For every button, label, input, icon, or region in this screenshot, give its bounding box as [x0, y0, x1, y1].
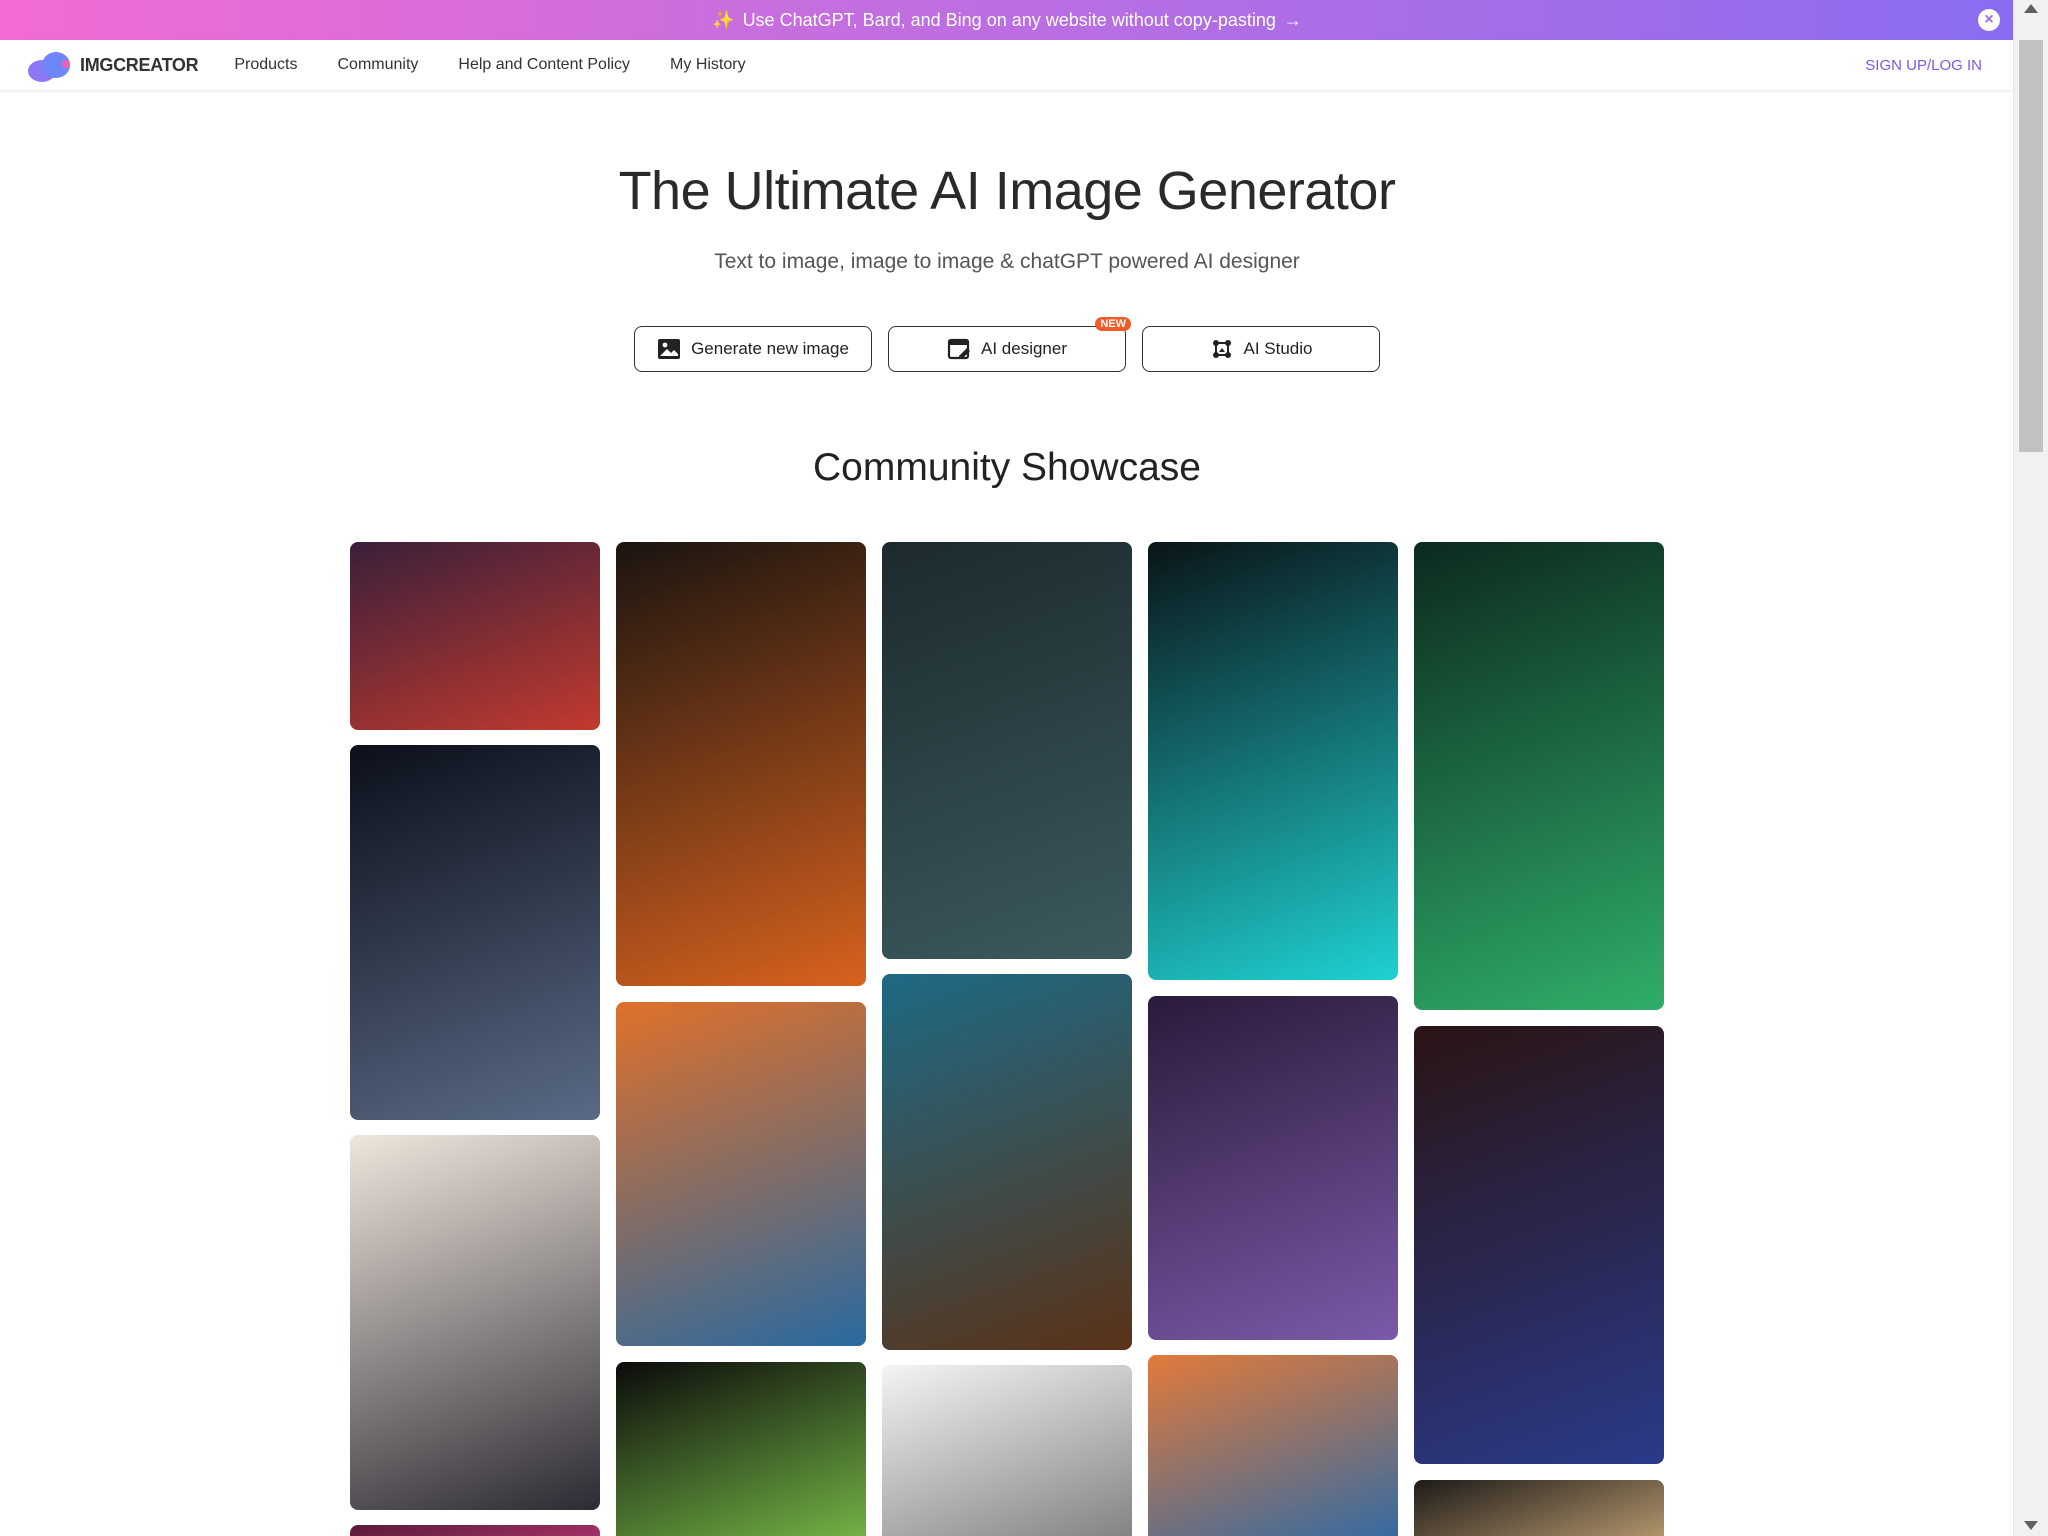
nav-my-history[interactable]: My History — [670, 56, 746, 74]
page-subtitle: Text to image, image to image & chatGPT … — [714, 250, 1300, 273]
scrollbar-thumb[interactable] — [2019, 40, 2043, 452]
showcase-image-card[interactable] — [350, 745, 600, 1120]
page-title: The Ultimate AI Image Generator — [618, 161, 1396, 221]
arrow-right-icon: → — [1283, 9, 1302, 30]
showcase-image-card[interactable] — [350, 1525, 600, 1536]
scroll-up-icon[interactable] — [2024, 4, 2038, 13]
logo[interactable]: IMGCREATOR — [26, 48, 199, 82]
scroll-down-icon[interactable] — [2024, 1521, 2038, 1530]
showcase-image-card[interactable] — [1414, 1026, 1664, 1464]
top-navbar: IMGCREATOR Products Community Help and C… — [0, 40, 2014, 91]
signup-login-link[interactable]: SIGN UP/LOG IN — [1865, 57, 1982, 74]
ai-studio-label: AI Studio — [1243, 339, 1313, 358]
designer-icon — [947, 338, 970, 360]
ai-designer-button[interactable]: AI designer NEW — [888, 317, 1131, 372]
nav-help-content-policy[interactable]: Help and Content Policy — [458, 56, 630, 74]
image-icon — [658, 339, 681, 359]
sparkle-icon: ✨ — [712, 9, 735, 30]
showcase-gallery — [350, 542, 1664, 1536]
showcase-image-card[interactable] — [1414, 1480, 1664, 1536]
page-scrollbar[interactable] — [2013, 0, 2048, 1536]
new-badge: NEW — [1095, 317, 1131, 331]
generate-new-image-label: Generate new image — [691, 339, 849, 358]
close-icon[interactable]: × — [1978, 9, 2000, 31]
showcase-image-card[interactable] — [1148, 542, 1398, 980]
showcase-image-card[interactable] — [350, 542, 600, 730]
ai-studio-button[interactable]: AI Studio — [1142, 326, 1380, 372]
generate-new-image-button[interactable]: Generate new image — [634, 326, 872, 372]
showcase-image-card[interactable] — [882, 1365, 1132, 1536]
promo-link[interactable]: ✨ Use ChatGPT, Bard, and Bing on any web… — [712, 10, 1302, 31]
community-showcase-title: Community Showcase — [813, 446, 1201, 489]
showcase-image-card[interactable] — [616, 1362, 866, 1536]
nav-products[interactable]: Products — [234, 56, 297, 74]
showcase-image-card[interactable] — [616, 1002, 866, 1346]
showcase-image-card[interactable] — [616, 542, 866, 986]
showcase-image-card[interactable] — [1148, 996, 1398, 1340]
showcase-image-card[interactable] — [882, 974, 1132, 1350]
promo-message: Use ChatGPT, Bard, and Bing on any websi… — [742, 9, 1276, 30]
ai-designer-label: AI designer — [981, 339, 1067, 358]
promo-banner: ✨ Use ChatGPT, Bard, and Bing on any web… — [0, 0, 2014, 40]
showcase-image-card[interactable] — [1414, 542, 1664, 1010]
showcase-image-card[interactable] — [882, 542, 1132, 959]
hero-actions: Generate new image AI designer NEW AI St… — [0, 317, 2014, 372]
main-nav: Products Community Help and Content Poli… — [234, 56, 745, 74]
logo-icon — [26, 48, 74, 82]
logo-text: IMGCREATOR — [80, 54, 199, 75]
studio-icon — [1212, 340, 1231, 358]
showcase-image-card[interactable] — [1148, 1355, 1398, 1536]
nav-community[interactable]: Community — [337, 56, 418, 74]
showcase-image-card[interactable] — [350, 1135, 600, 1510]
